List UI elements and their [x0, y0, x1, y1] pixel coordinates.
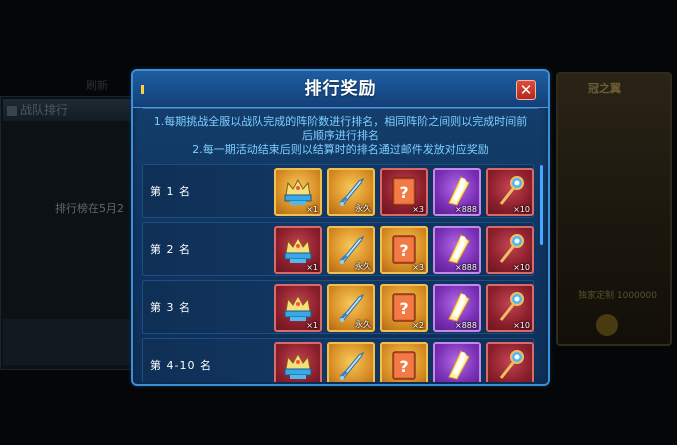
item-count: 永久 — [355, 204, 371, 213]
reward-item-crown[interactable]: ×1 — [274, 168, 322, 216]
reward-item-sword[interactable]: 永久 — [327, 168, 375, 216]
reward-item-sword[interactable] — [327, 342, 375, 382]
reward-item-magic-staff[interactable]: ×10 — [486, 226, 534, 274]
item-count: ×1 — [306, 263, 318, 272]
header-divider — [143, 108, 538, 109]
rules-line: 2.每一期活动结束后则以结算时的排名通过邮件发放对应奖励 — [192, 143, 489, 156]
background-team-ranking-panel: 战队排行 排行榜在5月2 — [0, 96, 142, 370]
item-count: ×888 — [455, 205, 477, 214]
list-scrollbar[interactable] — [540, 165, 543, 245]
background-refresh-label: 刷新 — [86, 79, 108, 92]
reward-item-sword[interactable]: 永久 — [327, 284, 375, 332]
reward-item-sword[interactable]: 永久 — [327, 226, 375, 274]
reward-item-mystery-book[interactable]: ? — [380, 342, 428, 382]
background-panel-strip — [3, 319, 137, 365]
item-count: ×888 — [455, 321, 477, 330]
item-count: ×3 — [412, 263, 424, 272]
dialog-title: 排行奖励 — [304, 79, 377, 99]
dialog-header: 排行奖励 ✕ — [133, 71, 548, 108]
rank-label: 第 3 名 — [150, 301, 191, 314]
reward-item-magic-staff[interactable] — [486, 342, 534, 382]
background-card-footer: 独家定制 1000000 — [578, 291, 657, 301]
reward-item-mystery-book[interactable]: ? ×3 — [380, 168, 428, 216]
svg-text:?: ? — [399, 299, 408, 318]
rules-description: 1.每期挑战全服以战队完成的阵阶数进行排名，相同阵阶之间则以完成时间前 后顺序进… — [143, 115, 538, 157]
reward-item-mystery-book[interactable]: ? ×2 — [380, 284, 428, 332]
rules-line: 后顺序进行排名 — [302, 129, 379, 142]
background-panel-title: 战队排行 — [3, 99, 141, 121]
reward-item-crown[interactable]: ×1 — [274, 226, 322, 274]
item-count: ×3 — [412, 205, 424, 214]
item-count: 永久 — [355, 320, 371, 329]
rank-label: 第 1 名 — [150, 185, 191, 198]
item-count: ×10 — [513, 205, 530, 214]
reward-row: 第 3 名 ×1 永久? ×2 ×888 ×10 — [142, 280, 534, 334]
background-panel-text: 排行榜在5月2 — [55, 202, 124, 215]
reward-row: 第 4-10 名? — [142, 338, 534, 382]
reward-item-crown[interactable]: ×1 — [274, 284, 322, 332]
reward-item-magic-staff[interactable]: ×10 — [486, 168, 534, 216]
item-count: ×2 — [412, 321, 424, 330]
reward-item-magic-staff[interactable]: ×10 — [486, 284, 534, 332]
background-card-title: 冠之翼 — [588, 82, 621, 95]
item-count: ×888 — [455, 263, 477, 272]
ranking-icon — [7, 105, 17, 116]
ranking-rewards-dialog: 排行奖励 ✕ 1.每期挑战全服以战队完成的阵阶数进行排名，相同阵阶之间则以完成时… — [131, 69, 550, 386]
reward-item-crystal-shard[interactable]: ×888 — [433, 284, 481, 332]
background-reward-card: 冠之翼 独家定制 1000000 — [556, 72, 672, 346]
reward-row: 第 2 名 ×1 永久? ×3 ×888 ×10 — [142, 222, 534, 276]
svg-text:?: ? — [399, 183, 408, 202]
rank-label: 第 2 名 — [150, 243, 191, 256]
svg-text:?: ? — [399, 241, 408, 260]
rank-label: 第 4-10 名 — [150, 359, 212, 372]
reward-list[interactable]: 第 1 名 ×1 永久? ×3 ×888 ×10 第 2 名 ×1 永久? ×3 ×888 ×10 第 … — [142, 164, 534, 382]
coin-icon — [596, 314, 618, 336]
item-count: ×10 — [513, 263, 530, 272]
item-count: 永久 — [355, 262, 371, 271]
rules-line: 1.每期挑战全服以战队完成的阵阶数进行排名，相同阵阶之间则以完成时间前 — [153, 115, 528, 128]
reward-item-mystery-book[interactable]: ? ×3 — [380, 226, 428, 274]
item-count: ×1 — [306, 321, 318, 330]
reward-row: 第 1 名 ×1 永久? ×3 ×888 ×10 — [142, 164, 534, 218]
item-count: ×10 — [513, 321, 530, 330]
svg-text:?: ? — [399, 357, 408, 376]
reward-item-crystal-shard[interactable]: ×888 — [433, 226, 481, 274]
reward-item-crystal-shard[interactable]: ×888 — [433, 168, 481, 216]
reward-item-crystal-shard[interactable] — [433, 342, 481, 382]
close-button[interactable]: ✕ — [516, 80, 536, 100]
reward-item-crown[interactable] — [274, 342, 322, 382]
item-count: ×1 — [306, 205, 318, 214]
